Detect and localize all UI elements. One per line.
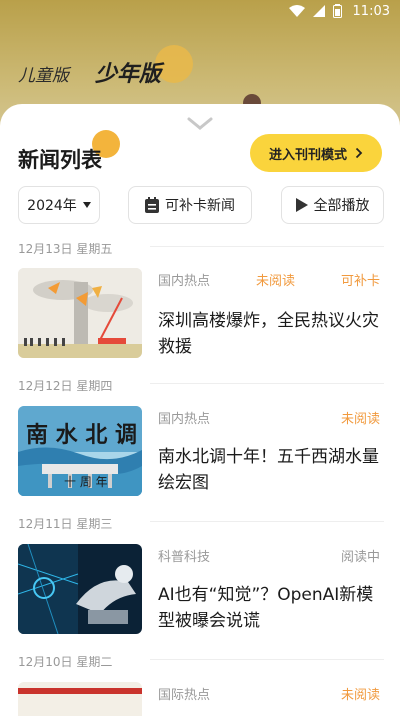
makeup-news-label: 可补卡新闻 xyxy=(165,198,235,214)
year-label: 2024年 xyxy=(27,198,77,214)
chevron-down-icon[interactable] xyxy=(186,116,214,132)
tab-teen-version[interactable]: 少年版 xyxy=(95,56,161,88)
svg-text:十 周 年: 十 周 年 xyxy=(64,475,108,489)
read-status: 未阅读 xyxy=(341,688,381,703)
divider xyxy=(150,521,384,522)
news-thumbnail: 南 水 北 调 十 周 年 xyxy=(18,406,142,496)
divider xyxy=(150,246,384,247)
caret-down-icon xyxy=(82,202,91,208)
news-thumbnail xyxy=(18,544,142,634)
enter-mode-label: 进入刊刊模式 xyxy=(268,147,347,163)
play-icon xyxy=(295,198,308,212)
news-thumbnail xyxy=(18,682,142,716)
makeup-news-button[interactable]: 可补卡新闻 xyxy=(128,186,252,224)
divider xyxy=(150,383,384,384)
news-category: 国际热点 xyxy=(158,688,211,703)
filter-row: 2024年 可补卡新闻 全部播放 xyxy=(18,186,384,224)
news-title: 南水北调十年！五千西湖水量绘宏图 xyxy=(158,447,379,493)
news-date: 12月11日 星期三 xyxy=(18,517,113,531)
news-title: AI也有“知觉”？OpenAI新模型被曝会说谎 xyxy=(158,585,374,631)
chevron-right-icon xyxy=(355,147,363,159)
play-all-button[interactable]: 全部播放 xyxy=(281,186,384,224)
makeup-badge: 可补卡 xyxy=(341,274,381,289)
news-category: 国内热点 xyxy=(158,412,211,427)
news-date: 12月12日 星期四 xyxy=(18,379,113,393)
ai-robot-illustration xyxy=(18,544,142,634)
news-category: 科普科技 xyxy=(158,550,211,565)
divider xyxy=(150,659,384,660)
svg-text:南 水 北 调: 南 水 北 调 xyxy=(26,422,137,448)
status-bar: 11:03 xyxy=(0,0,400,24)
tab-kids-version[interactable]: 儿童版 xyxy=(18,61,69,86)
year-selector[interactable]: 2024年 xyxy=(18,186,100,224)
version-tabs: 儿童版 少年版 xyxy=(18,56,161,88)
news-date: 12月13日 星期五 xyxy=(18,242,113,256)
news-title: 深圳高楼爆炸，全民热议火灾救援 xyxy=(158,311,379,357)
calendar-icon xyxy=(145,197,159,213)
read-status: 阅读中 xyxy=(341,550,381,565)
read-status: 未阅读 xyxy=(256,274,296,289)
news-thumbnail xyxy=(18,268,142,358)
read-status: 未阅读 xyxy=(341,412,381,427)
news-date: 12月10日 星期二 xyxy=(18,655,113,669)
play-all-label: 全部播放 xyxy=(313,198,370,214)
news-list-sheet: 新闻列表 进入刊刊模式 2024年 可补卡新闻 全部播放 12月13日 星期五 xyxy=(0,104,400,716)
signal-icon xyxy=(313,5,325,17)
news-category: 国内热点 xyxy=(158,274,211,289)
enter-mode-button[interactable]: 进入刊刊模式 xyxy=(250,134,382,172)
clock: 11:03 xyxy=(352,4,390,19)
page-title: 新闻列表 xyxy=(18,148,102,172)
wifi-icon xyxy=(289,5,305,17)
water-diversion-illustration: 南 水 北 调 十 周 年 xyxy=(18,406,142,496)
news-image xyxy=(18,682,142,716)
battery-icon xyxy=(333,4,342,18)
fire-rescue-illustration xyxy=(18,268,142,358)
status-icons xyxy=(289,4,342,18)
